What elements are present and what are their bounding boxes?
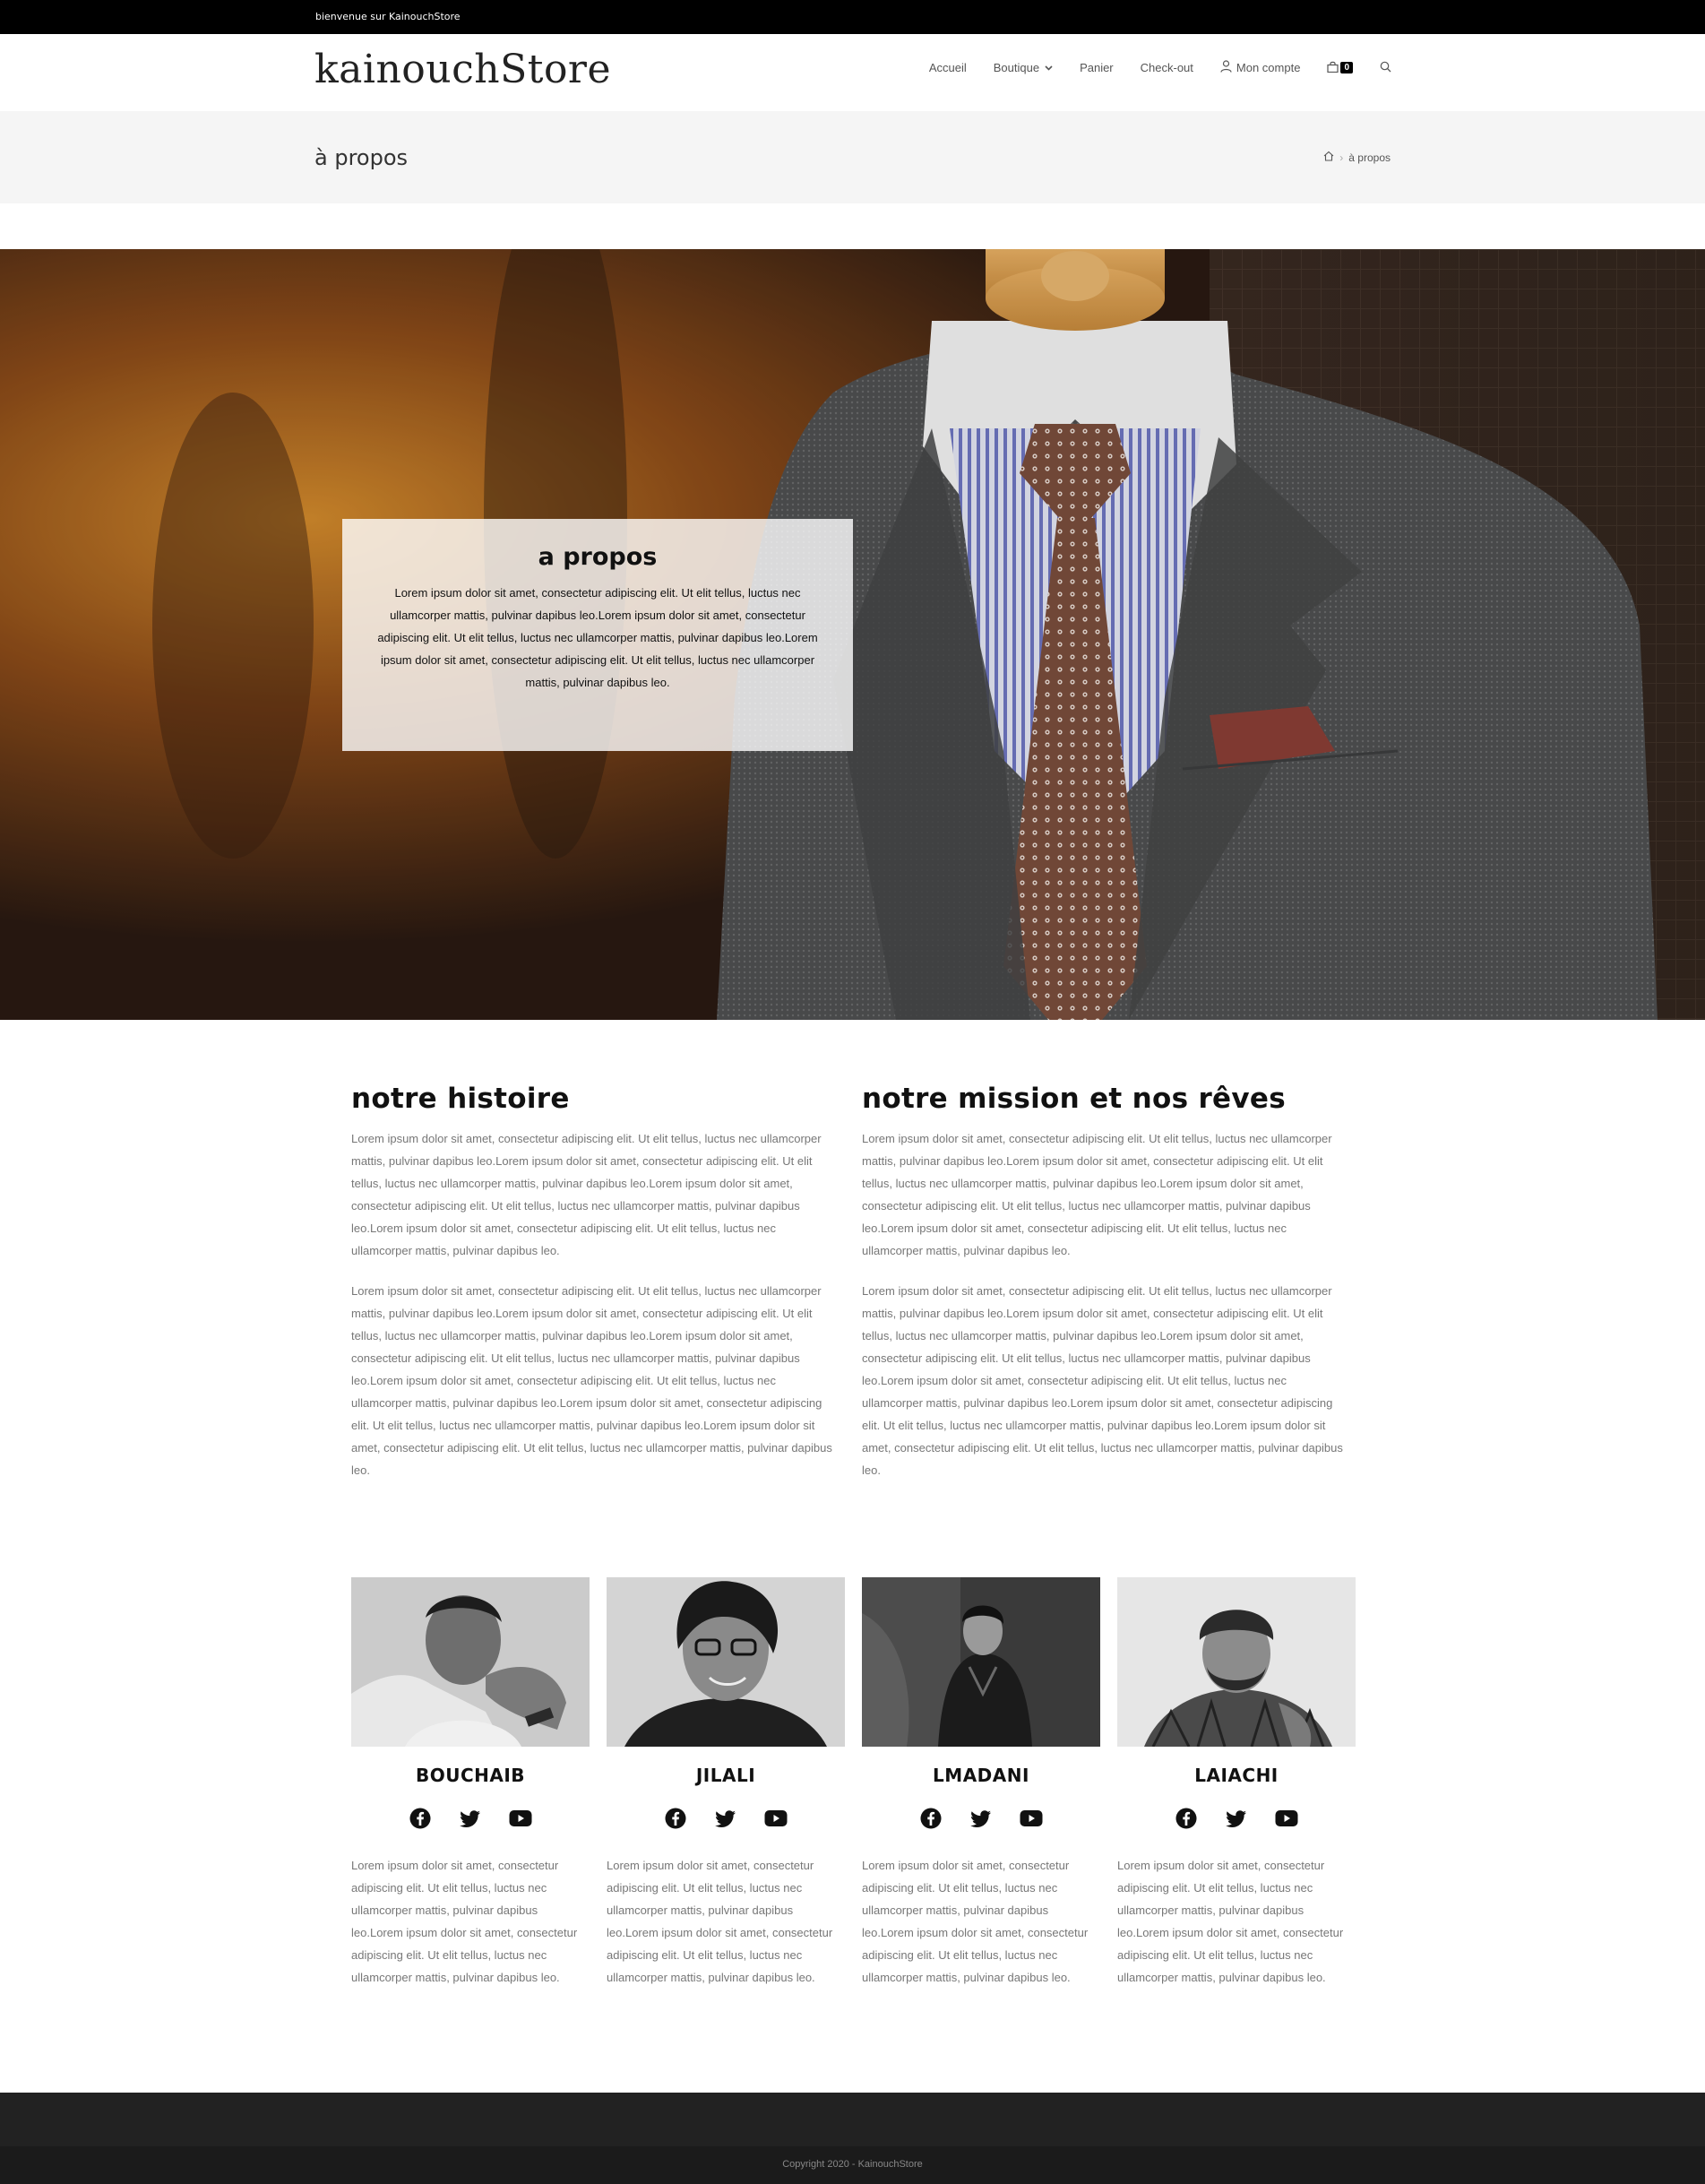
- social-links: [351, 1806, 590, 1831]
- welcome-text: bienvenue sur KainouchStore: [315, 11, 461, 22]
- youtube-icon[interactable]: [1019, 1806, 1044, 1831]
- search-button[interactable]: [1380, 61, 1391, 75]
- cart-count-badge: 0: [1340, 62, 1353, 73]
- member-bio: Lorem ipsum dolor sit amet, consectetur …: [862, 1859, 1089, 1984]
- hero-text: Lorem ipsum dolor sit amet, consectetur …: [377, 586, 818, 689]
- youtube-icon[interactable]: [508, 1806, 533, 1831]
- nav-mon-compte[interactable]: Mon compte: [1220, 60, 1301, 75]
- member-bio: Lorem ipsum dolor sit amet, consectetur …: [351, 1859, 578, 1984]
- footer-widgets: [0, 2093, 1705, 2146]
- top-bar: bienvenue sur KainouchStore: [0, 0, 1705, 34]
- nav-label: Mon compte: [1236, 61, 1301, 74]
- social-links: [862, 1806, 1100, 1831]
- cart-button[interactable]: 0: [1327, 61, 1353, 75]
- member-photo: [351, 1577, 590, 1747]
- member-bio: Lorem ipsum dolor sit amet, consectetur …: [1117, 1859, 1344, 1984]
- social-links: [607, 1806, 845, 1831]
- page-header: à propos › à propos: [0, 111, 1705, 203]
- hero-banner: a propos Lorem ipsum dolor sit amet, con…: [0, 249, 1705, 1020]
- hero-title: a propos: [538, 543, 658, 571]
- shopping-bag-icon: [1327, 61, 1339, 75]
- nav-accueil[interactable]: Accueil: [929, 61, 967, 74]
- youtube-icon[interactable]: [763, 1806, 788, 1831]
- nav-boutique[interactable]: Boutique: [994, 61, 1053, 74]
- twitter-icon[interactable]: [713, 1806, 738, 1831]
- nav-checkout[interactable]: Check-out: [1141, 61, 1193, 74]
- site-logo[interactable]: kainouchStore: [314, 47, 611, 92]
- member-name: LAIACHI: [1194, 1765, 1279, 1786]
- site-header: kainouchStore Accueil Boutique Panier Ch…: [0, 34, 1705, 111]
- member-photo: [862, 1577, 1100, 1747]
- member-name: LMADANI: [933, 1765, 1029, 1786]
- social-links: [1117, 1806, 1356, 1831]
- youtube-icon[interactable]: [1274, 1806, 1299, 1831]
- copyright-text: Copyright 2020 - KainouchStore: [782, 2159, 923, 2170]
- facebook-icon[interactable]: [663, 1806, 688, 1831]
- facebook-icon[interactable]: [408, 1806, 433, 1831]
- breadcrumb-separator: ›: [1339, 151, 1344, 164]
- search-icon: [1380, 61, 1391, 75]
- facebook-icon[interactable]: [918, 1806, 943, 1831]
- facebook-icon[interactable]: [1174, 1806, 1199, 1831]
- mission-paragraph: Lorem ipsum dolor sit amet, consectetur …: [862, 1284, 1343, 1477]
- member-name: JILALI: [695, 1765, 756, 1786]
- history-paragraph: Lorem ipsum dolor sit amet, consectetur …: [351, 1132, 822, 1257]
- main-nav: Accueil Boutique Panier Check-out Mon co…: [929, 60, 1391, 75]
- breadcrumb: › à propos: [1323, 151, 1391, 164]
- home-icon[interactable]: [1323, 151, 1334, 164]
- team-member-lmadani: LMADANI Lorem ipsum dolor sit amet, cons…: [862, 1577, 1100, 1989]
- nav-label: Check-out: [1140, 61, 1193, 74]
- twitter-icon[interactable]: [969, 1806, 994, 1831]
- nav-label: Panier: [1080, 61, 1114, 74]
- nav-label: Accueil: [928, 61, 967, 74]
- mission-section: notre mission et nos rêves Lorem ipsum d…: [862, 1083, 1350, 1481]
- mission-paragraph: Lorem ipsum dolor sit amet, consectetur …: [862, 1132, 1332, 1257]
- footer-bottom: Copyright 2020 - KainouchStore: [0, 2146, 1705, 2184]
- history-title: notre histoire: [351, 1083, 570, 1115]
- team-member-bouchaib: BOUCHAIB Lorem ipsum dolor sit amet, con…: [351, 1577, 590, 1989]
- mission-title: notre mission et nos rêves: [862, 1083, 1286, 1115]
- page-title: à propos: [314, 145, 409, 170]
- team-member-laiachi: LAIACHI Lorem ipsum dolor sit amet, cons…: [1117, 1577, 1356, 1989]
- member-photo: [1117, 1577, 1356, 1747]
- chevron-down-icon: [1045, 64, 1053, 73]
- twitter-icon[interactable]: [1224, 1806, 1249, 1831]
- team-member-jilali: JILALI Lorem ipsum dolor sit amet, conse…: [607, 1577, 845, 1989]
- breadcrumb-current: à propos: [1348, 151, 1391, 164]
- nav-label: Boutique: [993, 61, 1040, 74]
- user-icon: [1220, 60, 1232, 75]
- member-photo: [607, 1577, 845, 1747]
- history-section: notre histoire Lorem ipsum dolor sit ame…: [351, 1083, 840, 1481]
- twitter-icon[interactable]: [458, 1806, 483, 1831]
- member-bio: Lorem ipsum dolor sit amet, consectetur …: [607, 1859, 833, 1984]
- hero-info-box: a propos Lorem ipsum dolor sit amet, con…: [342, 519, 853, 751]
- nav-panier[interactable]: Panier: [1080, 61, 1114, 74]
- history-paragraph: Lorem ipsum dolor sit amet, consectetur …: [351, 1284, 832, 1477]
- member-name: BOUCHAIB: [415, 1765, 526, 1786]
